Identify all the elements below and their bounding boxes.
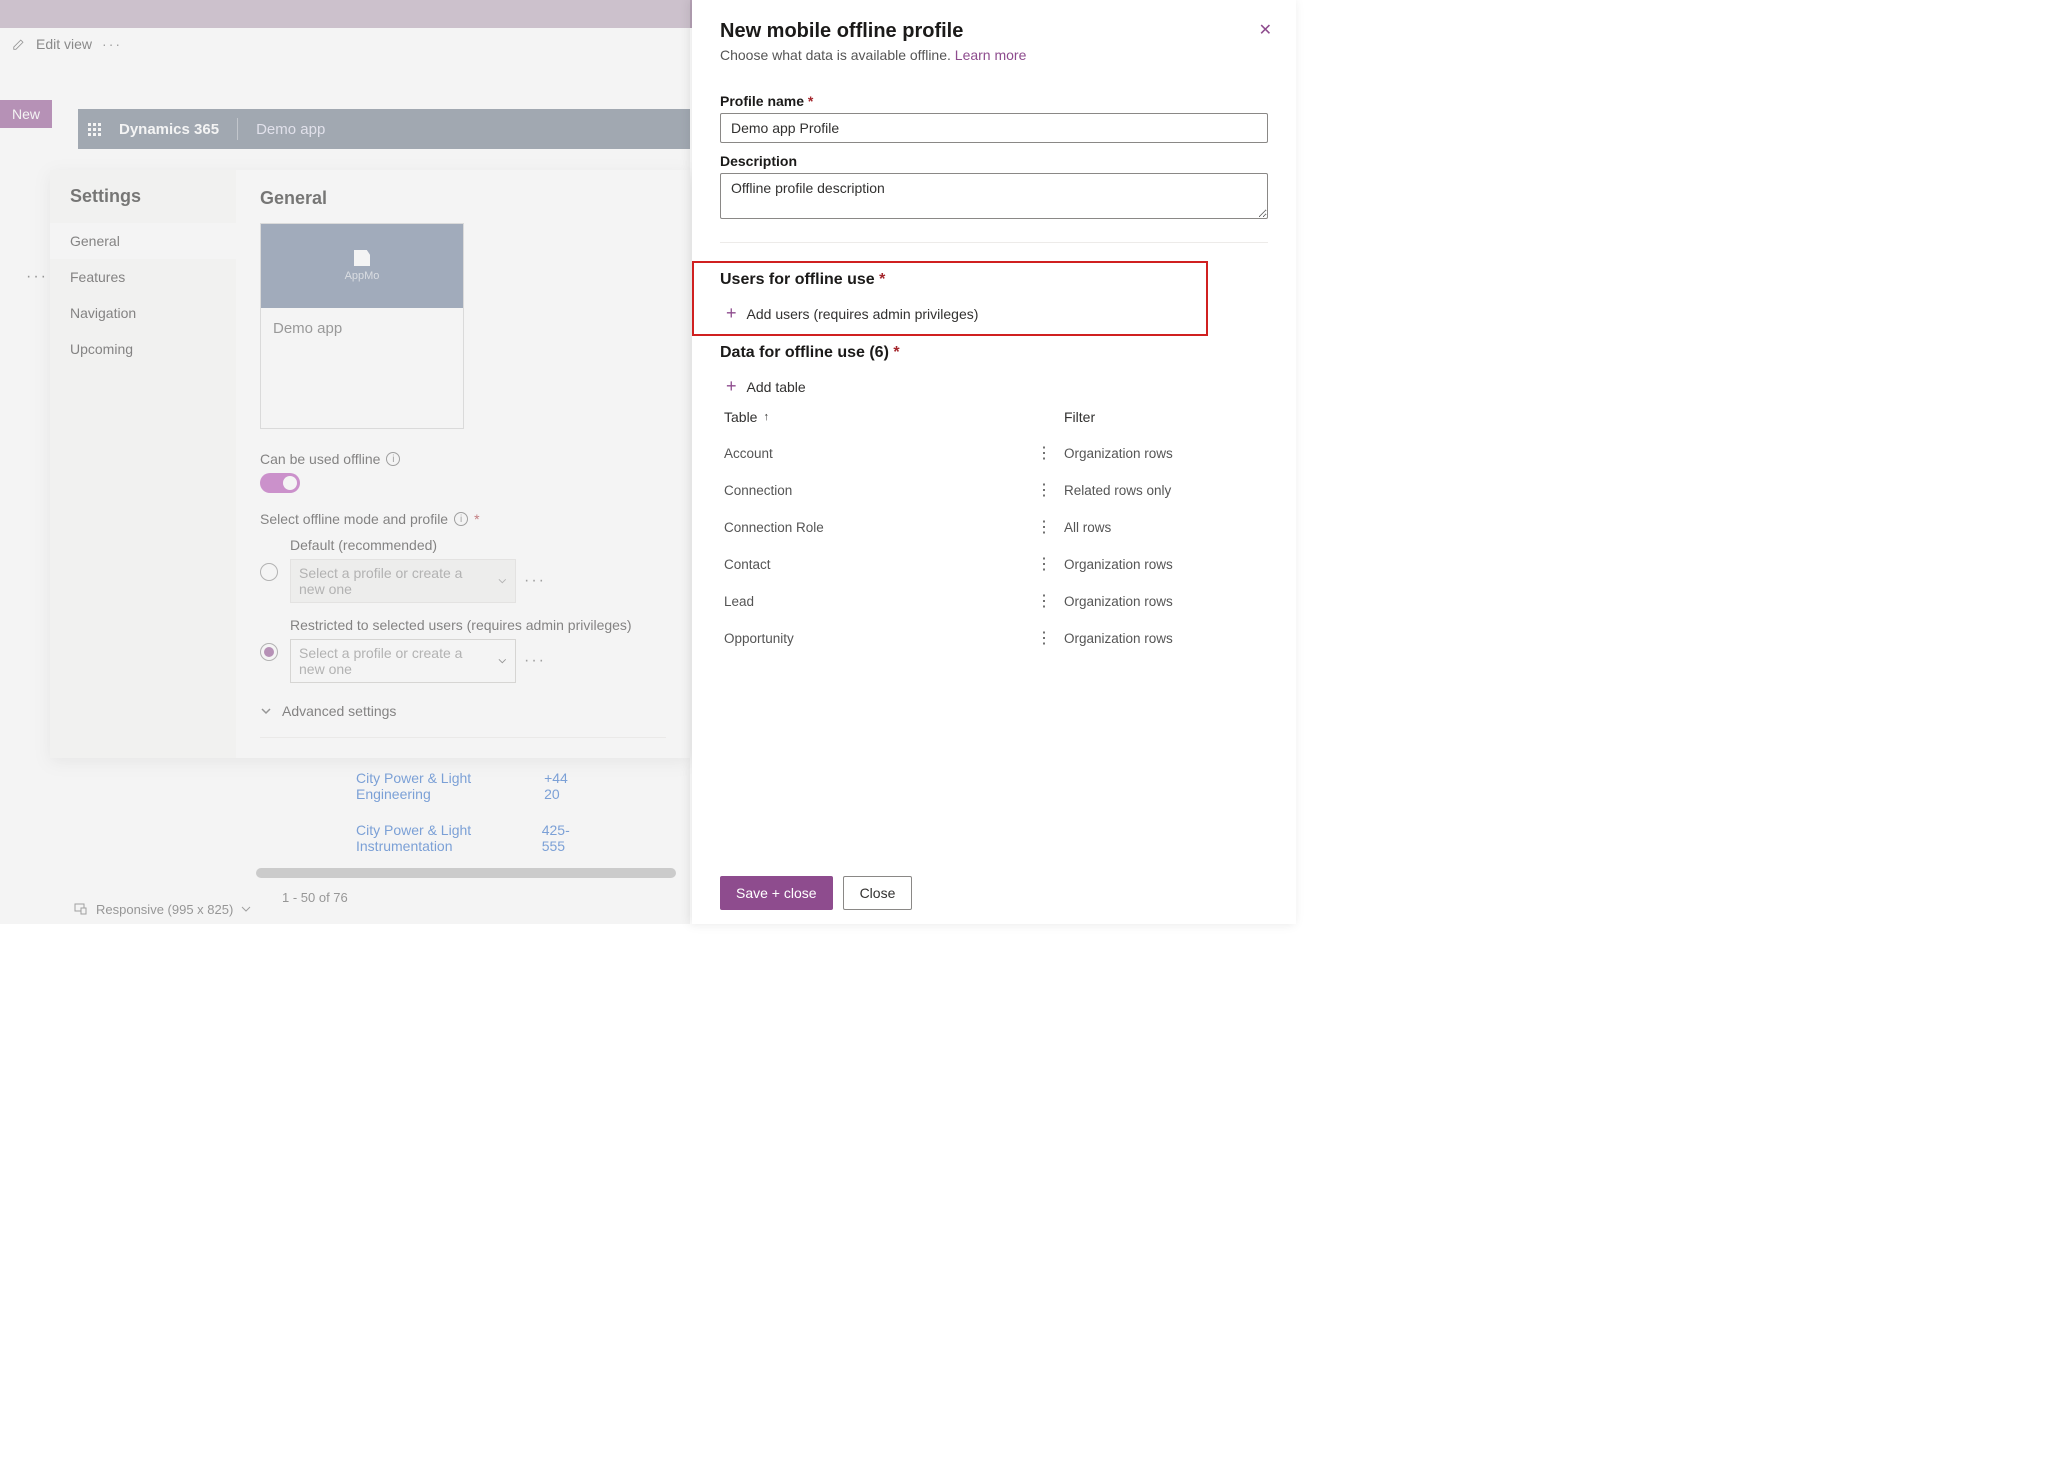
row-more-icon[interactable]: ⋮ bbox=[1024, 452, 1064, 456]
table-row[interactable]: Connection Role⋮All rows bbox=[720, 509, 1268, 546]
profile-name-label: Profile name * bbox=[720, 93, 1268, 109]
row-filter: Related rows only bbox=[1064, 483, 1264, 498]
profile-name-input[interactable] bbox=[720, 113, 1268, 143]
row-filter: Organization rows bbox=[1064, 594, 1264, 609]
row-more-icon[interactable]: ⋮ bbox=[1024, 600, 1064, 604]
table-row[interactable]: Connection⋮Related rows only bbox=[720, 472, 1268, 509]
row-filter: Organization rows bbox=[1064, 446, 1264, 461]
divider bbox=[720, 242, 1268, 243]
description-label: Description bbox=[720, 153, 1268, 169]
row-more-icon[interactable]: ⋮ bbox=[1024, 526, 1064, 530]
row-name: Connection Role bbox=[724, 520, 1024, 535]
panel-title: New mobile offline profile bbox=[720, 20, 1268, 43]
highlighted-users-section: Users for offline use * + Add users (req… bbox=[692, 261, 1208, 336]
table-row[interactable]: Account⋮Organization rows bbox=[720, 435, 1268, 472]
row-filter: Organization rows bbox=[1064, 557, 1264, 572]
add-users-button[interactable]: + Add users (requires admin privileges) bbox=[720, 297, 1202, 326]
row-more-icon[interactable]: ⋮ bbox=[1024, 563, 1064, 567]
row-more-icon[interactable]: ⋮ bbox=[1024, 489, 1064, 493]
table-rows-container: Account⋮Organization rowsConnection⋮Rela… bbox=[720, 435, 1268, 657]
add-table-button[interactable]: + Add table bbox=[720, 370, 1268, 399]
data-heading: Data for offline use (6) * bbox=[720, 344, 1268, 362]
table-header: Table ↑ Filter bbox=[720, 399, 1268, 435]
panel-subtitle: Choose what data is available offline. L… bbox=[720, 47, 1268, 63]
learn-more-link[interactable]: Learn more bbox=[955, 47, 1027, 63]
row-name: Opportunity bbox=[724, 631, 1024, 646]
row-filter: Organization rows bbox=[1064, 631, 1264, 646]
close-button[interactable]: Close bbox=[843, 876, 913, 910]
table-row[interactable]: Opportunity⋮Organization rows bbox=[720, 620, 1268, 657]
users-heading: Users for offline use * bbox=[720, 271, 1202, 289]
row-more-icon[interactable]: ⋮ bbox=[1024, 637, 1064, 641]
panel-body: Profile name * Description Offline profi… bbox=[692, 73, 1296, 862]
row-name: Connection bbox=[724, 483, 1024, 498]
row-name: Contact bbox=[724, 557, 1024, 572]
table-row[interactable]: Contact⋮Organization rows bbox=[720, 546, 1268, 583]
dim-overlay bbox=[0, 0, 690, 924]
offline-profile-panel: New mobile offline profile Choose what d… bbox=[692, 0, 1296, 924]
col-filter-header[interactable]: Filter bbox=[1064, 409, 1264, 425]
save-close-button[interactable]: Save + close bbox=[720, 876, 833, 910]
col-table-header[interactable]: Table ↑ bbox=[724, 409, 1024, 425]
row-name: Lead bbox=[724, 594, 1024, 609]
table-row[interactable]: Lead⋮Organization rows bbox=[720, 583, 1268, 620]
plus-icon: + bbox=[726, 376, 737, 397]
row-name: Account bbox=[724, 446, 1024, 461]
panel-footer: Save + close Close bbox=[692, 862, 1296, 924]
row-filter: All rows bbox=[1064, 520, 1264, 535]
sort-arrow-icon: ↑ bbox=[763, 411, 769, 423]
plus-icon: + bbox=[726, 303, 737, 324]
description-input[interactable]: Offline profile description bbox=[720, 173, 1268, 219]
close-icon[interactable]: ✕ bbox=[1259, 20, 1272, 40]
panel-header: New mobile offline profile Choose what d… bbox=[692, 0, 1296, 73]
